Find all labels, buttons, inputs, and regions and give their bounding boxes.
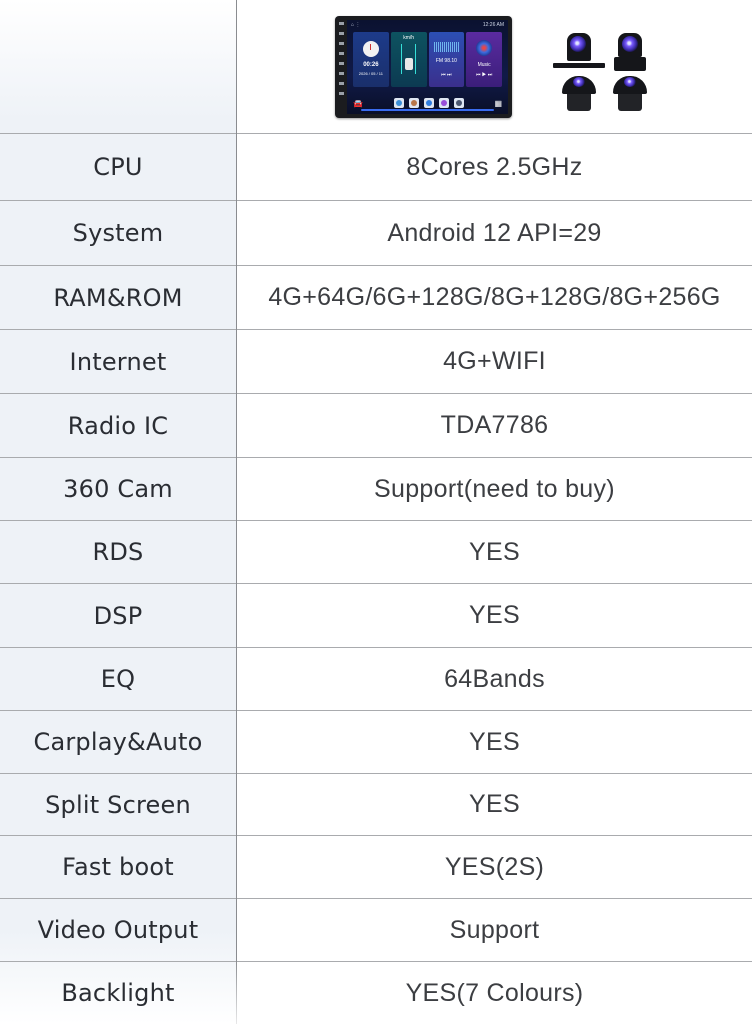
head-unit-image: ⌂ ⋮ 12:26 AM 00:26 2026 / 05 / 11 km/h F… <box>335 16 512 118</box>
status-bar: ⌂ ⋮ 12:26 AM <box>347 20 508 30</box>
spec-value: Android 12 API=29 <box>387 218 602 247</box>
music-disc-icon <box>476 40 493 56</box>
spec-value: 64Bands <box>444 664 545 693</box>
spec-row: RDS YES <box>0 521 752 583</box>
spec-value: YES <box>469 537 520 566</box>
spec-row: RAM&ROM 4G+64G/6G+128G/8G+128G/8G+256G <box>0 266 752 329</box>
spec-value: TDA7786 <box>440 411 549 439</box>
music-controls: ⏮ ▶ ⏭ <box>476 72 493 78</box>
spec-label: DSP <box>93 601 143 630</box>
camera-bracket-icon <box>553 33 605 73</box>
radio-controls: ⏮ ⏭ <box>441 72 452 78</box>
spec-value: 8Cores 2.5GHz <box>406 152 583 181</box>
spec-value: 4G+64G/6G+128G/8G+128G/8G+256G <box>268 283 721 311</box>
music-label: Music <box>477 62 491 68</box>
status-time: 12:26 AM <box>482 22 504 28</box>
spec-label: Fast boot <box>62 853 174 881</box>
apps-grid-icon: ▦ <box>494 98 502 108</box>
head-unit-screen: ⌂ ⋮ 12:26 AM 00:26 2026 / 05 / 11 km/h F… <box>347 20 508 114</box>
telegram-app-icon <box>393 98 404 108</box>
speed-unit: km/h <box>403 35 415 41</box>
spec-label: RDS <box>92 538 144 566</box>
clock-date: 2026 / 05 / 11 <box>358 71 383 76</box>
car-icon <box>404 58 413 70</box>
side-buttons <box>337 22 345 112</box>
spec-row: Split Screen YES <box>0 774 752 835</box>
clock-icon <box>362 41 379 57</box>
spec-row: EQ 64Bands <box>0 648 752 710</box>
speed-widget: km/h <box>390 32 427 87</box>
spec-row: Video Output Support <box>0 899 752 961</box>
column-divider <box>236 0 237 1024</box>
spec-row: System Android 12 API=29 <box>0 201 752 265</box>
product-header: ⌂ ⋮ 12:26 AM 00:26 2026 / 05 / 11 km/h F… <box>0 0 752 133</box>
spec-label: System <box>72 219 164 247</box>
camera-dome-icon <box>613 76 647 112</box>
camera-dome-icon <box>562 76 596 112</box>
equalizer-icon <box>433 42 459 52</box>
music-app-icon <box>438 98 449 108</box>
spec-row: Carplay&Auto YES <box>0 711 752 773</box>
spec-value: YES <box>469 727 520 756</box>
home-icon: ⌂ ⋮ <box>351 22 361 28</box>
spec-label: Internet <box>69 347 167 376</box>
spec-label: Radio IC <box>67 411 169 440</box>
car-app-icon: 🚘 <box>353 98 363 108</box>
spec-row: Fast boot YES(2S) <box>0 836 752 898</box>
app-dock: 🚘 ▦ <box>347 92 508 114</box>
settings-app-icon <box>453 98 464 108</box>
spec-value: 4G+WIFI <box>443 347 546 375</box>
spec-label: Carplay&Auto <box>33 728 203 756</box>
music-widget: Music ⏮ ▶ ⏭ <box>466 32 502 87</box>
bluetooth-app-icon <box>423 98 434 108</box>
spec-row: DSP YES <box>0 584 752 647</box>
clock-widget: 00:26 2026 / 05 / 11 <box>353 32 389 87</box>
spec-row: 360 Cam Support(need to buy) <box>0 458 752 520</box>
spec-value: YES <box>469 790 520 818</box>
spec-label: RAM&ROM <box>53 283 183 312</box>
radio-frequency: FM 98.10 <box>435 58 457 64</box>
spec-label: EQ <box>100 665 136 693</box>
spec-label: 360 Cam <box>63 475 173 503</box>
spec-value: YES(7 Colours) <box>405 978 584 1007</box>
spec-label: Backlight <box>61 979 175 1007</box>
spec-row: CPU 8Cores 2.5GHz <box>0 134 752 200</box>
spec-label: Split Screen <box>45 790 191 819</box>
spec-label: CPU <box>93 153 143 181</box>
spec-row: Internet 4G+WIFI <box>0 330 752 393</box>
spec-row: Backlight YES(7 Colours) <box>0 962 752 1024</box>
spec-value: YES(2S) <box>444 852 545 881</box>
media-app-icon <box>408 98 419 108</box>
camera-square-icon <box>614 33 646 73</box>
spec-value: Support(need to buy) <box>374 474 615 503</box>
clock-time: 00:26 <box>363 62 379 68</box>
spec-label: Video Output <box>37 916 199 944</box>
radio-widget: FM 98.10 ⏮ ⏭ <box>428 32 465 87</box>
spec-row: Radio IC TDA7786 <box>0 394 752 457</box>
spec-value: Support <box>449 915 540 944</box>
spec-value: YES <box>469 601 520 629</box>
